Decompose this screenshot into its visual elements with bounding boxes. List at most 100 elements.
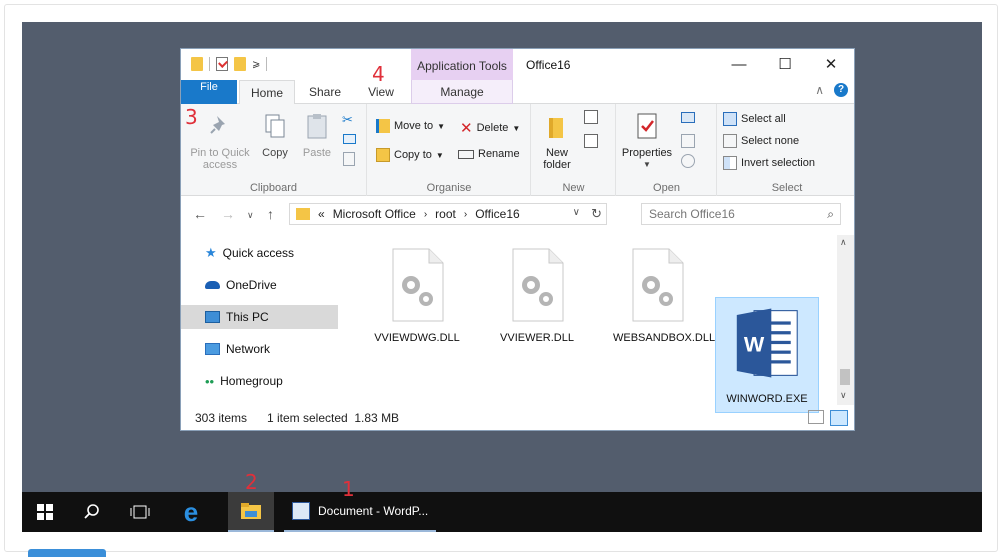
large-icons-view-icon[interactable]	[830, 410, 848, 426]
collapse-ribbon-icon[interactable]: ∧	[815, 83, 824, 97]
scroll-down-icon[interactable]: ∨	[840, 390, 847, 401]
select-all-label: Select all	[741, 113, 786, 125]
paste-shortcut-icon[interactable]	[343, 152, 355, 166]
details-view-icon[interactable]	[808, 410, 824, 424]
invert-selection-button[interactable]: Invert selection	[723, 156, 815, 170]
file-item[interactable]: VVIEWDWG.DLL	[365, 241, 469, 345]
close-button[interactable]: ✕	[808, 49, 854, 79]
minimize-button[interactable]: —	[716, 49, 762, 79]
chevron-down-icon[interactable]: ∨	[573, 207, 580, 218]
scroll-thumb[interactable]	[840, 369, 850, 385]
start-button[interactable]	[30, 492, 60, 532]
search-input[interactable]: Search Office16 ⌕	[641, 203, 841, 225]
maximize-button[interactable]: ☐	[762, 49, 808, 79]
word-app-icon	[292, 502, 310, 520]
file-name: VVIEWER.DLL	[500, 332, 574, 344]
history-icon[interactable]	[681, 154, 695, 168]
nav-item-this-pc[interactable]: This PC	[181, 305, 338, 329]
nav-item-homegroup[interactable]: •• Homegroup	[181, 369, 338, 393]
forward-arrow-icon[interactable]: →	[221, 206, 235, 222]
select-none-button[interactable]: Select none	[723, 134, 799, 148]
dropdown-arrow-icon: ▼	[435, 150, 444, 160]
cut-icon[interactable]: ✂	[342, 112, 353, 128]
select-group-label: Select	[771, 182, 803, 194]
file-item[interactable]: VVIEWER.DLL	[485, 241, 589, 345]
file-explorer-taskbar-button[interactable]	[228, 492, 274, 532]
invert-selection-icon	[723, 156, 737, 170]
file-name: WEBSANDBOX.DLL	[613, 332, 716, 344]
new-item-icon[interactable]	[584, 110, 598, 124]
ribbon: Pin to Quick access Copy Paste ✂ Clipboa…	[181, 104, 854, 196]
tab-share[interactable]: Share	[299, 80, 351, 104]
star-icon: ★	[205, 245, 217, 260]
dropdown-arrow-icon: ▼	[437, 121, 446, 131]
window-controls: — ☐ ✕	[716, 49, 854, 79]
file-list: VVIEWDWG.DLL VVIEWER.DLL WEBSANDBOX.DLL …	[365, 235, 837, 413]
select-all-button[interactable]: Select all	[723, 112, 786, 126]
file-item-selected[interactable]: W WINWORD.EXE	[715, 297, 819, 413]
rename-button[interactable]: Rename	[458, 148, 520, 160]
refresh-icon[interactable]: ↻	[591, 206, 602, 222]
new-folder-icon	[549, 118, 563, 138]
nav-item-quick-access[interactable]: ★ Quick access	[181, 241, 338, 265]
move-to-label: Move to	[394, 120, 434, 132]
paste-button[interactable]: Paste	[297, 112, 337, 159]
dropdown-arrow-icon: ▼	[643, 160, 651, 169]
task-view-icon	[130, 505, 150, 519]
customize-qat-icon[interactable]: ⩾	[252, 59, 260, 70]
copy-to-button[interactable]: Copy to ▼	[376, 148, 444, 162]
edit-icon[interactable]	[681, 134, 695, 148]
properties-button[interactable]: Properties ▼	[619, 112, 675, 171]
organise-group: Move to ▼ ✕ Delete ▼ Copy to ▼ Rename Or…	[368, 104, 531, 196]
tab-manage[interactable]: Manage	[411, 80, 513, 104]
selection-info: 1 item selected 1.83 MB	[267, 411, 400, 425]
up-arrow-icon[interactable]: ↑	[267, 206, 274, 222]
recent-locations-icon[interactable]: ∨	[247, 210, 254, 221]
rename-label: Rename	[478, 148, 520, 160]
new-folder-button[interactable]: New folder	[536, 112, 578, 171]
address-prefix[interactable]: «	[318, 207, 325, 221]
open-group: Properties ▼ Open	[617, 104, 717, 196]
new-group-label: New	[562, 182, 585, 194]
pin-label: Pin to Quick access	[190, 147, 250, 171]
file-item[interactable]: WEBSANDBOX.DLL	[605, 241, 716, 345]
dll-file-icon	[392, 248, 444, 322]
open-icon[interactable]	[681, 112, 695, 123]
delete-button[interactable]: ✕ Delete ▼	[460, 119, 520, 137]
search-button[interactable]	[74, 492, 110, 532]
annotation-marker-3: 3	[185, 105, 198, 129]
easy-access-icon[interactable]	[584, 134, 598, 148]
copy-button[interactable]: Copy	[255, 112, 295, 159]
new-folder-qat-icon[interactable]	[234, 57, 246, 71]
properties-qat-icon[interactable]	[216, 57, 228, 71]
copy-to-icon	[376, 148, 390, 162]
back-arrow-icon[interactable]: ←	[193, 206, 207, 222]
tab-home[interactable]: Home	[239, 80, 295, 105]
breadcrumb-segment[interactable]: Microsoft Office	[333, 207, 416, 221]
breadcrumb-segment[interactable]: Office16	[475, 207, 519, 221]
nav-item-onedrive[interactable]: OneDrive	[181, 273, 338, 297]
cloud-icon	[205, 281, 220, 289]
navigation-pane: ★ Quick access OneDrive This PC Network …	[181, 235, 341, 400]
annotation-marker-1: 1	[342, 477, 355, 501]
bottom-edge-button[interactable]	[28, 549, 106, 557]
word-document-taskbar-button[interactable]: Document - WordP...	[284, 492, 436, 532]
move-to-button[interactable]: Move to ▼	[376, 119, 445, 133]
file-explorer-window: ⩾ Application Tools Office16 — ☐ ✕ File …	[180, 48, 855, 431]
invert-selection-label: Invert selection	[741, 157, 815, 169]
copy-path-icon[interactable]	[343, 134, 356, 144]
folder-icon	[296, 208, 310, 220]
vertical-scrollbar[interactable]: ∧ ∨	[837, 235, 854, 405]
help-icon[interactable]: ?	[834, 83, 848, 97]
tab-file[interactable]: File	[181, 80, 237, 104]
clipboard-group-label: Clipboard	[249, 182, 298, 194]
ribbon-extra-controls: ∧ ?	[815, 83, 848, 97]
breadcrumb-segment[interactable]: root	[435, 207, 456, 221]
edge-button[interactable]: e	[172, 492, 210, 532]
scroll-up-icon[interactable]: ∧	[840, 237, 847, 248]
toolbar-separator	[209, 57, 210, 71]
status-bar: 303 items 1 item selected 1.83 MB	[181, 405, 854, 430]
task-view-button[interactable]	[122, 492, 158, 532]
address-input[interactable]: « Microsoft Office › root › Office16 ∨ ↻	[289, 203, 607, 225]
nav-item-network[interactable]: Network	[181, 337, 338, 361]
